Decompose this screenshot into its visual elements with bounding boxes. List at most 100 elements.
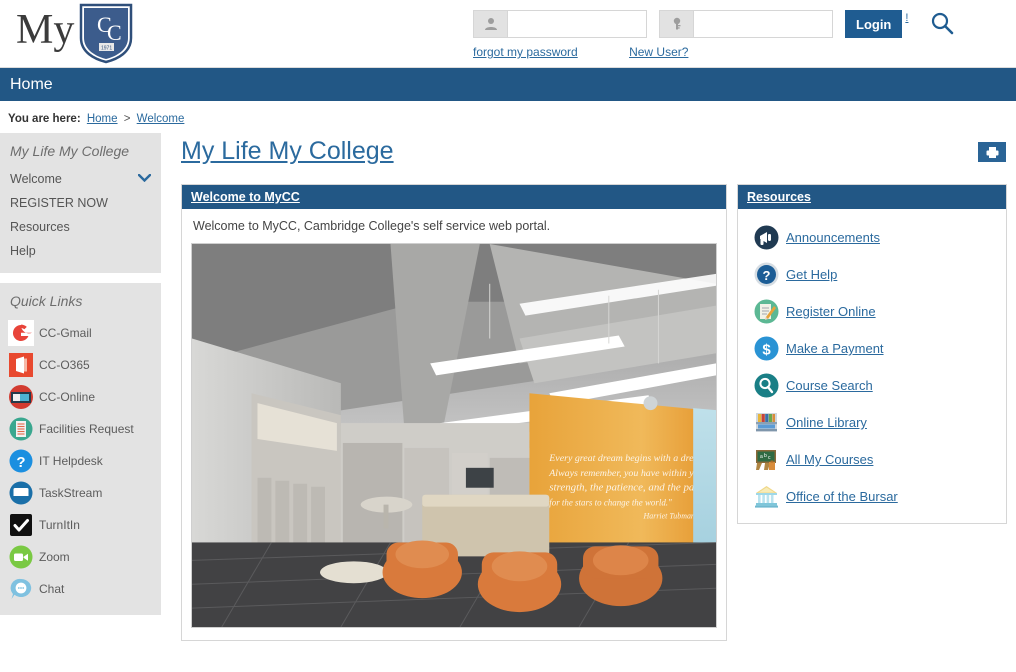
logo-text: My: [16, 7, 75, 53]
svg-text:$: $: [762, 342, 771, 359]
quick-link-label: IT Helpdesk: [39, 454, 103, 468]
chevron-down-icon[interactable]: [137, 173, 152, 185]
resource-item-course-search[interactable]: Course Search: [738, 367, 1006, 404]
svg-text:for the stars to change the wo: for the stars to change the world.": [549, 498, 672, 508]
username-field-group: [473, 10, 647, 38]
sidebar-item-register-now[interactable]: REGISTER NOW: [0, 191, 161, 215]
sidebar-menu-block: My Life My College Welcome REGISTER NOW …: [0, 133, 161, 273]
sidebar-item-label: Help: [10, 244, 36, 258]
svg-text:b: b: [764, 453, 767, 459]
resource-label: Online Library: [786, 415, 867, 430]
resource-item-make-a-payment[interactable]: $ Make a Payment: [738, 330, 1006, 367]
quick-link-turnitin[interactable]: TurnItIn: [0, 509, 161, 541]
user-icon: [473, 10, 507, 38]
login-helper-links: forgot my password New User?: [473, 45, 736, 59]
printer-icon[interactable]: [978, 142, 1006, 162]
welcome-portlet-body: Welcome to MyCC, Cambridge College's sel…: [182, 209, 726, 640]
it-helpdesk-icon: ?: [9, 449, 33, 473]
key-icon: [659, 10, 693, 38]
quick-links-title: Quick Links: [10, 293, 83, 309]
quick-link-cc-o365[interactable]: CC-O365: [0, 349, 161, 381]
main-navbar: Home: [0, 68, 1016, 101]
login-button[interactable]: Login: [845, 10, 903, 38]
forgot-password-link[interactable]: forgot my password: [473, 45, 578, 59]
main-content: My Life My College Welcome to MyCC Welco…: [161, 133, 1016, 641]
welcome-text: Welcome to MyCC, Cambridge College's sel…: [193, 219, 551, 233]
welcome-portlet-header: Welcome to MyCC: [182, 185, 726, 209]
svg-text:?: ?: [16, 454, 25, 471]
login-area: Login !: [473, 10, 954, 38]
resource-label: Office of the Bursar: [786, 489, 898, 504]
magnifier-circle-icon: [754, 373, 779, 398]
shield-logo-icon: C C 1971: [80, 3, 133, 64]
breadcrumb-separator: >: [123, 113, 131, 125]
password-input[interactable]: [693, 10, 833, 38]
breadcrumb-label: You are here:: [8, 113, 81, 125]
quick-link-cc-online[interactable]: CC-Online: [0, 381, 161, 413]
quick-link-zoom[interactable]: Zoom: [0, 541, 161, 573]
left-column: Welcome to MyCC Welcome to MyCC, Cambrid…: [181, 184, 727, 641]
breadcrumb: You are here: Home > Welcome: [0, 101, 1016, 133]
svg-text:strength, the patience, and th: strength, the patience, and the passion …: [549, 482, 717, 494]
resource-item-register-online[interactable]: Register Online: [738, 293, 1006, 330]
quick-link-chat[interactable]: Chat: [0, 573, 161, 605]
svg-text:Always remember, you have with: Always remember, you have within you the: [548, 468, 717, 479]
breadcrumb-item-welcome[interactable]: Welcome: [137, 113, 185, 125]
resource-label: Register Online: [786, 304, 876, 319]
sidebar-item-label: Welcome: [10, 172, 62, 186]
resource-item-get-help[interactable]: ? Get Help: [738, 256, 1006, 293]
sidebar-item-label: REGISTER NOW: [10, 196, 108, 210]
cc-online-icon: [9, 385, 33, 409]
resource-item-announcements[interactable]: Announcements: [738, 219, 1006, 256]
quick-link-label: TurnItIn: [39, 518, 80, 532]
quick-link-it-helpdesk[interactable]: ? IT Helpdesk: [0, 445, 161, 477]
college-interior-photo: Every great dream begins with a dreamer.…: [191, 243, 717, 628]
resource-label: Get Help: [786, 267, 838, 282]
resource-item-all-my-courses[interactable]: a b c All My Courses: [738, 441, 1006, 478]
resource-label: Course Search: [786, 378, 873, 393]
site-header: My C C 1971 Login ! forgot my password N…: [0, 0, 1016, 68]
zoom-icon: [9, 545, 33, 569]
site-logo[interactable]: My C C 1971: [16, 2, 134, 64]
quick-link-label: CC-Gmail: [39, 326, 92, 340]
breadcrumb-item-home[interactable]: Home: [87, 113, 118, 125]
svg-text:?: ?: [763, 268, 771, 283]
quick-link-label: Zoom: [39, 550, 70, 564]
welcome-portlet: Welcome to MyCC Welcome to MyCC, Cambrid…: [181, 184, 727, 641]
megaphone-icon: [754, 225, 779, 250]
register-pencil-icon: [754, 299, 779, 324]
quick-link-cc-gmail[interactable]: CC-Gmail: [0, 317, 161, 349]
quick-link-label: TaskStream: [39, 486, 103, 500]
quick-link-taskstream[interactable]: TaskStream: [0, 477, 161, 509]
sidebar-item-welcome[interactable]: Welcome: [0, 167, 161, 191]
sidebar-item-help[interactable]: Help: [0, 239, 161, 263]
chat-icon: [10, 578, 32, 599]
page-title[interactable]: My Life My College: [181, 137, 394, 166]
sidebar-item-resources[interactable]: Resources: [0, 215, 161, 239]
resource-item-office-of-the-bursar[interactable]: Office of the Bursar: [738, 478, 1006, 515]
welcome-portlet-title[interactable]: Welcome to MyCC: [191, 190, 300, 204]
svg-text:Every great dream begins with: Every great dream begins with a dreamer.: [548, 453, 715, 464]
svg-text:1971: 1971: [101, 46, 112, 52]
svg-text:a: a: [760, 454, 763, 460]
resources-portlet: Resources Announcements ? Get Help Regis…: [737, 184, 1007, 524]
search-icon[interactable]: [930, 11, 954, 35]
gmail-icon: [8, 320, 34, 346]
resources-portlet-title[interactable]: Resources: [747, 190, 811, 204]
quick-link-facilities-request[interactable]: Facilities Request: [0, 413, 161, 445]
dollar-circle-icon: $: [754, 336, 779, 361]
right-column: Resources Announcements ? Get Help Regis…: [737, 184, 1007, 524]
password-field-group: [659, 10, 833, 38]
svg-text:C: C: [107, 20, 122, 45]
facilities-request-icon: [9, 417, 33, 441]
resource-item-online-library[interactable]: Online Library: [738, 404, 1006, 441]
bookshelf-icon: [756, 413, 777, 432]
nav-item-home[interactable]: Home: [10, 76, 53, 94]
chalkboard-icon: a b c: [756, 450, 776, 470]
resource-label: Make a Payment: [786, 341, 884, 356]
quick-links-block: Quick Links CC-Gmail CC-O365 CC-Online F…: [0, 283, 161, 615]
login-alert-icon[interactable]: !: [905, 12, 908, 24]
portlet-columns: Welcome to MyCC Welcome to MyCC, Cambrid…: [181, 184, 1007, 641]
username-input[interactable]: [507, 10, 647, 38]
new-user-link[interactable]: New User?: [629, 45, 688, 59]
